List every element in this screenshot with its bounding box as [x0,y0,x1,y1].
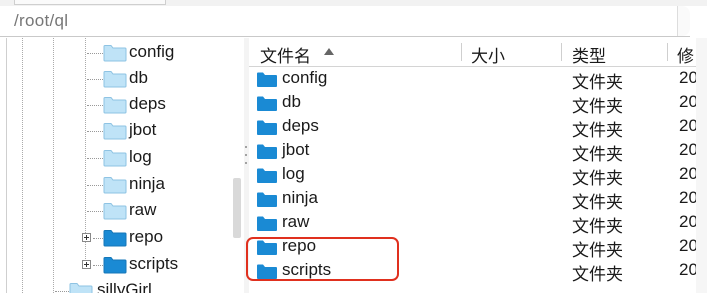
folder-icon [257,144,277,159]
folder-icon [257,264,277,279]
file-list-header: 文件名 大小 类型 修 [249,38,707,67]
file-name: log [282,164,305,183]
folder-icon [257,72,277,87]
tree-item-db[interactable]: db [7,66,243,92]
file-row-deps[interactable]: deps 文件夹 20 [249,115,707,140]
file-type: 文件夹 [572,121,623,140]
splitter-grip-dot [245,146,247,148]
file-name: config [282,68,328,87]
folder-icon [103,257,127,274]
file-name: db [282,92,301,111]
column-separator[interactable] [461,43,462,61]
tree-item-ninja[interactable]: ninja [7,172,243,198]
folder-icon [69,283,93,293]
folder-icon [103,71,127,88]
file-list[interactable]: 文件名 大小 类型 修 config 文件夹 20 db 文件夹 20 deps… [249,38,707,293]
tree-item-label: config [129,42,175,61]
file-row-db[interactable]: db 文件夹 20 [249,91,707,116]
file-row-raw[interactable]: raw 文件夹 20 [249,211,707,236]
splitter-grip-dot [245,154,247,156]
file-name: ninja [282,188,318,207]
file-row-repo[interactable]: repo 文件夹 20 [249,235,707,260]
plus-expander-icon[interactable] [82,260,91,269]
tree-scrollbar-thumb[interactable] [233,178,241,238]
folder-icon [103,150,127,167]
folder-icon [257,168,277,183]
file-row-ninja[interactable]: ninja 文件夹 20 [249,187,707,212]
column-header-name[interactable]: 文件名 [260,42,311,67]
column-separator[interactable] [561,43,562,61]
file-name: repo [282,236,317,255]
folder-icon [103,123,127,140]
splitter-grip-dot [245,162,247,164]
tab-stub[interactable] [14,0,166,5]
tree-item-config[interactable]: config [7,40,243,66]
folder-icon [257,192,277,207]
file-type: 文件夹 [572,193,623,212]
tree-item-raw[interactable]: raw [7,198,243,224]
tree-item-label: sillyGirl [97,280,152,293]
folder-icon [103,230,127,247]
file-row-jbot[interactable]: jbot 文件夹 20 [249,139,707,164]
file-name: raw [282,212,310,231]
file-type: 文件夹 [572,73,623,92]
file-type: 文件夹 [572,217,623,236]
file-name: scripts [282,260,332,279]
tree-item-jbot[interactable]: jbot [7,118,243,144]
file-type: 文件夹 [572,241,623,260]
column-header-size[interactable]: 大小 [471,42,505,67]
folder-icon [103,203,127,220]
file-type: 文件夹 [572,169,623,188]
path-bar-end [677,6,690,36]
folder-icon [103,97,127,114]
directory-tree[interactable]: config db deps jbot log ninja raw repo s… [6,38,246,293]
folder-icon [103,45,127,62]
folder-icon [103,177,127,194]
tree-item-sillygirl[interactable]: sillyGirl [7,278,243,293]
tree-item-log[interactable]: log [7,145,243,171]
file-name: deps [282,116,319,135]
tree-item-label: repo [129,227,164,246]
tree-item-label: raw [129,200,157,219]
file-name: jbot [282,140,310,159]
tree-item-label: jbot [129,120,157,139]
file-row-log[interactable]: log 文件夹 20 [249,163,707,188]
folder-icon [257,96,277,111]
column-header-modified[interactable]: 修 [677,42,694,67]
column-header-type[interactable]: 类型 [572,42,606,67]
sort-ascending-icon [324,48,334,55]
file-type: 文件夹 [572,265,623,284]
folder-icon [257,240,277,255]
path-bar[interactable]: /root/ql [0,6,690,37]
file-type: 文件夹 [572,145,623,164]
tree-item-label: db [129,68,148,87]
folder-icon [257,216,277,231]
file-row-scripts[interactable]: scripts 文件夹 20 [249,259,707,284]
plus-expander-icon[interactable] [82,233,91,242]
tree-item-repo[interactable]: repo [7,225,243,251]
tree-item-label: deps [129,94,166,113]
path-text: /root/ql [14,11,69,30]
column-separator[interactable] [667,43,668,61]
file-type: 文件夹 [572,97,623,116]
tree-item-deps[interactable]: deps [7,92,243,118]
tree-item-label: ninja [129,174,165,193]
file-list-scrollbar[interactable] [696,38,707,293]
tree-item-label: scripts [129,254,179,273]
folder-icon [257,120,277,135]
tree-item-label: log [129,147,152,166]
file-row-config[interactable]: config 文件夹 20 [249,67,707,92]
tree-item-scripts[interactable]: scripts [7,252,243,278]
